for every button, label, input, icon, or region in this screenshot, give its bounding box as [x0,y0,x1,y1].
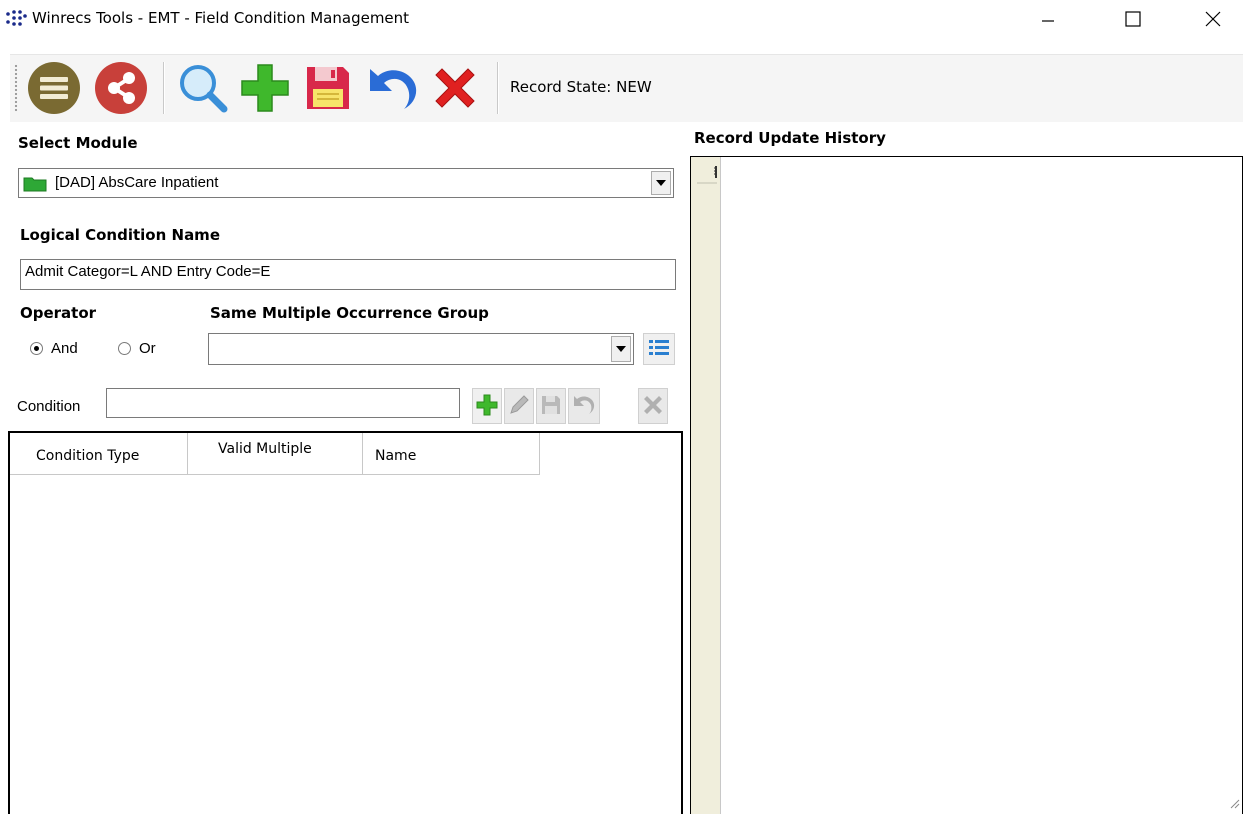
delete-button[interactable] [426,60,484,118]
add-button[interactable] [236,60,294,118]
save-icon [539,393,563,420]
occurrence-group-label: Same Multiple Occurrence Group [210,304,489,322]
radio-and-label: And [51,340,78,357]
operator-and-radio[interactable]: And [30,340,78,357]
title-bar: Winrecs Tools - EMT - Field Condition Ma… [0,0,1251,40]
module-select[interactable]: [DAD] AbsCare Inpatient [18,168,674,198]
search-icon [176,61,230,118]
toolbar-separator [497,62,499,114]
minimize-button[interactable] [1025,0,1071,38]
history-gutter [691,157,721,814]
operator-label: Operator [20,304,97,322]
record-history-label: Record Update History [694,129,886,147]
toolbar-extension [686,54,1243,122]
maximize-button[interactable] [1110,0,1156,38]
list-detail-icon [648,338,670,361]
list-button[interactable] [25,60,83,118]
record-history-panel[interactable] [690,156,1243,814]
undo-button[interactable] [364,60,422,118]
undo-icon [366,61,420,118]
folder-icon [23,176,47,195]
chevron-down-icon[interactable] [611,336,631,362]
condition-label: Condition [17,398,81,415]
pencil-icon [507,393,531,420]
search-button[interactable] [174,60,232,118]
operator-or-radio[interactable]: Or [118,340,156,357]
module-select-value: [DAD] AbsCare Inpatient [55,174,219,191]
logical-condition-input[interactable]: Admit Categor=L AND Entry Code=E [20,259,676,290]
condition-save-button[interactable] [536,388,566,424]
column-header-condition-type[interactable]: Condition Type [10,433,188,475]
condition-edit-button[interactable] [504,388,534,424]
add-icon [238,61,292,118]
radio-and-indicator[interactable] [30,342,43,355]
column-header-name[interactable]: Name [363,433,540,475]
condition-undo-button[interactable] [568,388,600,424]
save-button[interactable] [299,60,357,118]
condition-add-button[interactable] [472,388,502,424]
chevron-down-icon[interactable] [651,171,671,195]
toolbar-separator [163,62,165,114]
undo-icon [572,393,596,420]
app-icon [5,9,27,29]
list-icon [27,61,81,118]
occurrence-list-button[interactable] [643,333,675,365]
delete-icon [428,61,482,118]
record-state-label: Record State: NEW [510,78,652,96]
window-title: Winrecs Tools - EMT - Field Condition Ma… [32,9,410,27]
line-marker-icon [697,166,717,184]
grid-header: Condition Type Valid Multiple Name [10,433,540,475]
conditions-grid[interactable]: Condition Type Valid Multiple Name [8,431,683,814]
column-header-valid-multiple[interactable]: Valid Multiple [188,433,363,475]
condition-input[interactable] [106,388,460,418]
select-module-label: Select Module [18,134,138,152]
occurrence-group-select[interactable] [208,333,634,365]
condition-delete-button[interactable] [638,388,668,424]
logical-condition-label: Logical Condition Name [20,226,220,244]
save-icon [301,61,355,118]
resize-grip-icon[interactable] [1230,796,1240,812]
add-icon [475,393,499,420]
toolbar-grip[interactable] [14,64,18,112]
close-button[interactable] [1190,0,1236,38]
radio-or-indicator[interactable] [118,342,131,355]
share-button[interactable] [92,60,150,118]
delete-icon [641,393,665,420]
share-icon [94,61,148,118]
radio-or-label: Or [139,340,156,357]
